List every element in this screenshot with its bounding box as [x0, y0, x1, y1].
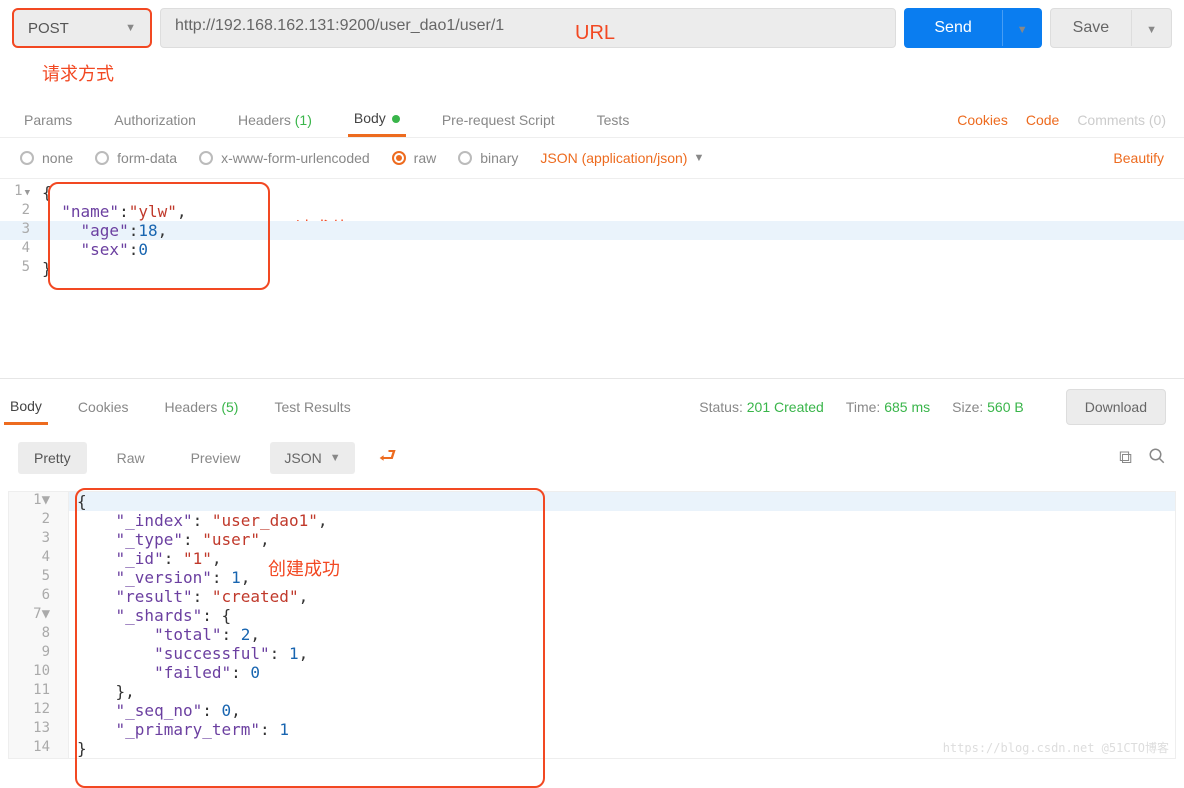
tab-headers[interactable]: Headers (1) [232, 104, 318, 136]
chevron-down-icon: ▼ [693, 152, 704, 164]
code-line: 1▼{ [0, 183, 1184, 202]
code-line: 4 "sex":0 [0, 240, 1184, 259]
request-tabs: Params Authorization Headers (1) Body Pr… [0, 94, 1184, 138]
radio-formdata[interactable]: form-data [95, 150, 177, 166]
tab-tests[interactable]: Tests [591, 104, 636, 136]
send-button[interactable]: Send [904, 9, 1001, 47]
method-select[interactable]: POST ▼ [12, 8, 152, 48]
tab-headers-label: Headers [238, 112, 291, 128]
annotation-method: 请求方式 [42, 60, 114, 86]
annotation-url: URL [575, 22, 615, 45]
code-line: 5 "_version": 1, [9, 568, 1175, 587]
resp-tab-headers-count: (5) [221, 399, 238, 415]
copy-icon[interactable]: ⧉ [1119, 447, 1132, 470]
link-code[interactable]: Code [1026, 112, 1059, 128]
time-label: Time: [846, 399, 880, 415]
view-format-select[interactable]: JSON ▼ [270, 442, 354, 474]
code-line: 8 "total": 2, [9, 625, 1175, 644]
response-tabs: Body Cookies Headers (5) Test Results St… [0, 378, 1184, 425]
response-body-viewer[interactable]: 1▼{2 "_index": "user_dao1",3 "_type": "u… [8, 491, 1176, 759]
send-dropdown[interactable]: ▼ [1002, 10, 1042, 46]
beautify-link[interactable]: Beautify [1113, 150, 1164, 166]
code-line: 5} [0, 259, 1184, 278]
radio-xform[interactable]: x-www-form-urlencoded [199, 150, 370, 166]
url-input[interactable]: http://192.168.162.131:9200/user_dao1/us… [160, 8, 896, 48]
download-button[interactable]: Download [1066, 389, 1166, 425]
response-status: Status: 201 Created Time: 685 ms Size: 5… [699, 399, 1023, 415]
radio-none-label: none [42, 150, 73, 166]
view-format-label: JSON [284, 450, 321, 466]
tab-headers-count: (1) [295, 112, 312, 128]
radio-icon [458, 151, 472, 165]
radio-binary[interactable]: binary [458, 150, 518, 166]
radio-raw-label: raw [414, 150, 437, 166]
radio-icon [199, 151, 213, 165]
radio-none[interactable]: none [20, 150, 73, 166]
code-line: 2 "name":"ylw", [0, 202, 1184, 221]
code-line: 3 "_type": "user", [9, 530, 1175, 549]
code-line: 6 "result": "created", [9, 587, 1175, 606]
send-button-group: Send ▼ [904, 8, 1041, 48]
save-button[interactable]: Save [1051, 9, 1131, 47]
status-value: 201 Created [747, 399, 824, 415]
request-body-editor[interactable]: 1▼{2 "name":"ylw",3 "age":18,4 "sex":05} [0, 179, 1184, 378]
code-line: 2 "_index": "user_dao1", [9, 511, 1175, 530]
link-comments[interactable]: Comments (0) [1077, 112, 1166, 128]
radio-binary-label: binary [480, 150, 518, 166]
chevron-down-icon: ▼ [1017, 24, 1028, 36]
tab-prerequest[interactable]: Pre-request Script [436, 104, 561, 136]
tab-body[interactable]: Body [348, 102, 406, 137]
content-type-label: JSON (application/json) [540, 150, 687, 166]
code-line: 13 "_primary_term": 1 [9, 720, 1175, 739]
code-line: 3 "age":18, [0, 221, 1184, 240]
view-raw[interactable]: Raw [101, 442, 161, 474]
status-label: Status: [699, 399, 743, 415]
content-type-select[interactable]: JSON (application/json) ▼ [540, 150, 704, 166]
radio-formdata-label: form-data [117, 150, 177, 166]
link-cookies[interactable]: Cookies [957, 112, 1008, 128]
code-line: 12 "_seq_no": 0, [9, 701, 1175, 720]
resp-tab-headers-label: Headers [165, 399, 218, 415]
radio-xform-label: x-www-form-urlencoded [221, 150, 370, 166]
resp-tab-test-results[interactable]: Test Results [268, 391, 356, 423]
resp-tab-headers[interactable]: Headers (5) [159, 391, 245, 423]
code-line: 7▼ "_shards": { [9, 606, 1175, 625]
watermark: https://blog.csdn.net @51CTO博客 [943, 739, 1169, 756]
url-value: http://192.168.162.131:9200/user_dao1/us… [175, 17, 504, 34]
chevron-down-icon: ▼ [125, 22, 136, 34]
tab-authorization[interactable]: Authorization [108, 104, 202, 136]
time-value: 685 ms [884, 399, 930, 415]
search-icon[interactable] [1148, 447, 1166, 470]
code-line: 4 "_id": "1", [9, 549, 1175, 568]
wrap-lines-icon[interactable]: ⮐ [369, 435, 407, 481]
chevron-down-icon: ▼ [330, 452, 341, 464]
body-subtype-bar: none form-data x-www-form-urlencoded raw… [0, 138, 1184, 179]
radio-raw[interactable]: raw [392, 150, 437, 166]
code-line: 9 "successful": 1, [9, 644, 1175, 663]
method-value: POST [28, 20, 69, 37]
radio-icon [20, 151, 34, 165]
save-button-group: Save ▼ [1050, 8, 1172, 48]
response-view-bar: Pretty Raw Preview JSON ▼ ⮐ ⧉ [0, 425, 1184, 491]
resp-tab-cookies[interactable]: Cookies [72, 391, 135, 423]
code-line: 10 "failed": 0 [9, 663, 1175, 682]
tab-params[interactable]: Params [18, 104, 78, 136]
code-line: 11 }, [9, 682, 1175, 701]
resp-tab-body[interactable]: Body [4, 390, 48, 425]
view-preview[interactable]: Preview [175, 442, 257, 474]
size-label: Size: [952, 399, 983, 415]
code-line: 1▼{ [9, 492, 1175, 511]
view-pretty[interactable]: Pretty [18, 442, 87, 474]
size-value: 560 B [987, 399, 1024, 415]
chevron-down-icon: ▼ [1146, 24, 1157, 36]
save-dropdown[interactable]: ▼ [1131, 10, 1171, 46]
radio-icon [95, 151, 109, 165]
radio-icon-selected [392, 151, 406, 165]
